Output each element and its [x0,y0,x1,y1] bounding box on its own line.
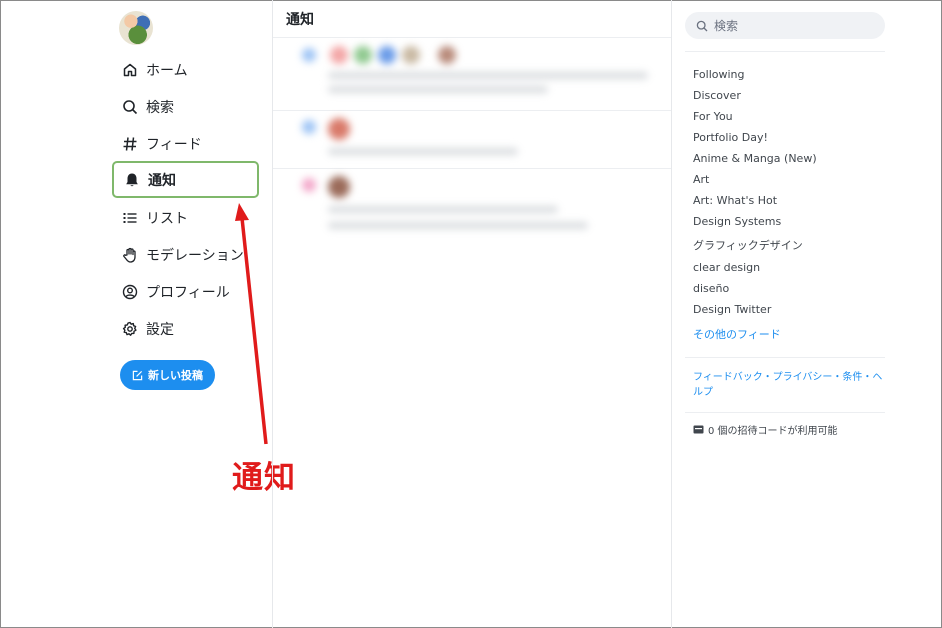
feeds-divider [685,357,885,358]
feed-link[interactable]: clear design [693,261,760,274]
notification-item[interactable] [290,112,660,167]
page-title: 通知 [286,12,314,28]
feed-link[interactable]: Following [693,68,745,81]
invite-label: 0 個の招待コードが利用可能 [708,426,838,437]
invite-codes[interactable]: 0 個の招待コードが利用可能 [693,422,838,437]
feed-link[interactable]: diseño [693,282,729,295]
footer-divider [685,412,885,413]
search-divider [685,51,885,52]
feed-link[interactable]: Design Systems [693,215,781,228]
search-field[interactable] [685,12,885,39]
column-divider-right [671,0,672,628]
feed-link[interactable]: For You [693,110,733,123]
feed-link[interactable]: Discover [693,89,741,102]
search-icon [696,20,708,31]
feed-link[interactable]: Art: What's Hot [693,194,777,207]
feed-link[interactable]: Design Twitter [693,303,771,316]
row-divider [273,110,671,111]
column-divider-left [272,0,273,628]
more-feeds-link[interactable]: その他のフィード [693,326,781,342]
feed-link[interactable]: グラフィックデザイン [693,237,803,253]
feed-link[interactable]: Art [693,173,709,186]
header-divider [273,37,671,38]
search-input[interactable] [714,18,864,33]
footer-links[interactable]: フィードバック・プライバシー・条件・ヘルプ [693,370,883,400]
notification-item[interactable] [290,40,660,110]
annotation-label: 通知 [232,460,296,496]
feed-link[interactable]: Portfolio Day! [693,131,768,144]
feed-link[interactable]: Anime & Manga (New) [693,152,817,165]
ticket-icon [693,425,704,434]
row-divider [273,168,671,169]
notification-item[interactable] [290,170,660,240]
